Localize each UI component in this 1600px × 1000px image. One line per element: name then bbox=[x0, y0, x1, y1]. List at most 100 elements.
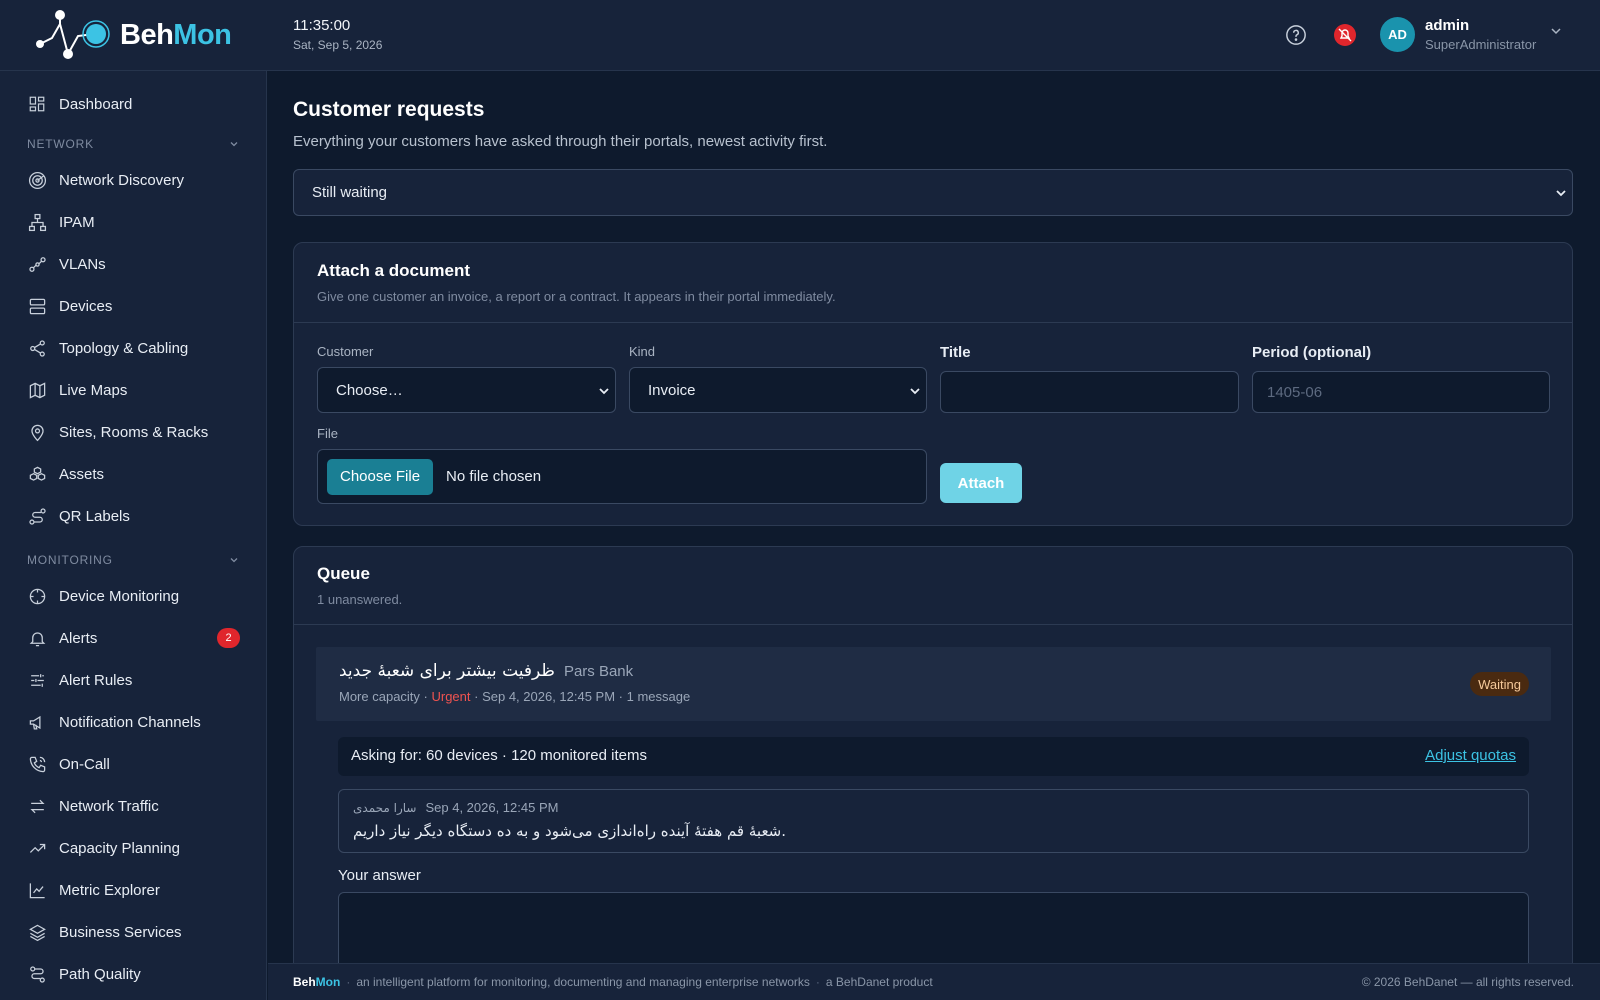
request-title: ظرفیت بیشتر برای شعبهٔ جدید bbox=[339, 661, 555, 681]
user-menu[interactable]: AD admin SuperAdministrator bbox=[1380, 17, 1562, 52]
share-nodes-icon bbox=[27, 254, 47, 274]
status-badge: Waiting bbox=[1470, 672, 1529, 696]
page-title: Customer requests bbox=[293, 98, 485, 121]
footer-product: a BehDanet product bbox=[825, 975, 933, 989]
chevron-down-icon bbox=[599, 388, 609, 395]
help-circle-icon bbox=[1286, 25, 1306, 45]
chevron-down-icon bbox=[910, 388, 920, 395]
map-icon bbox=[27, 380, 47, 400]
chevron-down-icon bbox=[1556, 190, 1566, 197]
adjust-quotas-link[interactable]: Adjust quotas bbox=[1425, 747, 1516, 764]
status-filter-select[interactable]: Still waiting bbox=[293, 169, 1573, 216]
section-monitoring[interactable]: MONITORING bbox=[27, 553, 239, 567]
layers-icon bbox=[27, 922, 47, 942]
file-status: No file chosen bbox=[446, 468, 542, 485]
alerts-count-badge: 2 bbox=[217, 628, 240, 648]
bell-icon bbox=[27, 628, 47, 648]
sidebar-item-network-traffic[interactable]: Network Traffic bbox=[27, 794, 159, 818]
chevron-down-icon bbox=[230, 558, 238, 563]
notifications-button[interactable] bbox=[1332, 22, 1358, 48]
sidebar-item-network-discovery[interactable]: Network Discovery bbox=[27, 168, 184, 192]
brand-logo[interactable]: BehMon bbox=[34, 10, 232, 60]
share-icon bbox=[27, 338, 47, 358]
message-time: Sep 4, 2026, 12:45 PM bbox=[425, 800, 559, 815]
crosshair-icon bbox=[27, 586, 47, 606]
period-input[interactable]: 1405-06 bbox=[1252, 371, 1550, 413]
sidebar-item-path-quality[interactable]: Path Quality bbox=[27, 962, 141, 986]
path-icon bbox=[27, 964, 47, 984]
avatar: AD bbox=[1380, 17, 1415, 52]
boxes-icon bbox=[27, 464, 47, 484]
answer-label: Your answer bbox=[338, 867, 421, 884]
priority-label: Urgent bbox=[431, 689, 471, 704]
attach-button[interactable]: Attach bbox=[940, 463, 1022, 503]
sidebar-item-devices[interactable]: Devices bbox=[27, 294, 112, 318]
sidebar-item-capacity-planning[interactable]: Capacity Planning bbox=[27, 836, 180, 860]
sidebar-item-metric-explorer[interactable]: Metric Explorer bbox=[27, 878, 160, 902]
clock: 11:35:00 Sat, Sep 5, 2026 bbox=[293, 17, 382, 52]
logo-mark-icon bbox=[36, 10, 110, 59]
sidebar-item-device-monitoring[interactable]: Device Monitoring bbox=[27, 584, 179, 608]
answer-textarea[interactable] bbox=[338, 892, 1529, 963]
map-pin-icon bbox=[27, 422, 47, 442]
sidebar-item-dashboard[interactable]: Dashboard bbox=[27, 92, 132, 116]
customer-message: سارا محمدی Sep 4, 2026, 12:45 PM شعبهٔ ق… bbox=[338, 789, 1529, 853]
sidebar-item-ipam[interactable]: IPAM bbox=[27, 210, 95, 234]
megaphone-icon bbox=[27, 712, 47, 732]
help-button[interactable] bbox=[1283, 22, 1309, 48]
footer-copyright: © 2026 BehDanet — all rights reserved. bbox=[1361, 975, 1574, 989]
route-icon bbox=[27, 506, 47, 526]
attach-document-card: Attach a document Give one customer an i… bbox=[293, 242, 1573, 526]
title-input[interactable] bbox=[940, 371, 1239, 413]
sidebar-item-on-call[interactable]: On-Call bbox=[27, 752, 110, 776]
user-name: admin bbox=[1425, 17, 1470, 34]
sitemap-icon bbox=[27, 212, 47, 232]
phone-icon bbox=[27, 754, 47, 774]
section-network[interactable]: NETWORK bbox=[27, 137, 239, 151]
queue-card: Queue 1 unanswered. ظرفیت بیشتر برای شعب… bbox=[293, 546, 1573, 963]
bell-off-icon bbox=[1334, 24, 1356, 46]
chevron-down-icon bbox=[230, 142, 238, 147]
server-icon bbox=[27, 296, 47, 316]
attach-title: Attach a document bbox=[317, 261, 471, 280]
sliders-icon bbox=[27, 670, 47, 690]
kind-label: Kind bbox=[629, 344, 656, 359]
grid-icon bbox=[27, 94, 47, 114]
footer-brand: BehMon bbox=[293, 975, 341, 989]
period-label: Period (optional) bbox=[1252, 344, 1372, 361]
queue-title: Queue bbox=[317, 564, 370, 583]
chevron-down-icon bbox=[1551, 27, 1561, 34]
request-header[interactable]: ظرفیت بیشتر برای شعبهٔ جدید Pars Bank Mo… bbox=[316, 647, 1551, 721]
customer-select[interactable]: Choose… bbox=[317, 367, 616, 413]
sidebar-item-qr-labels[interactable]: QR Labels bbox=[27, 504, 130, 528]
kind-select[interactable]: Invoice bbox=[629, 367, 927, 413]
sidebar-item-sites[interactable]: Sites, Rooms & Racks bbox=[27, 420, 208, 444]
choose-file-button[interactable]: Choose File bbox=[327, 458, 434, 495]
radar-icon bbox=[27, 170, 47, 190]
sidebar-item-vlans[interactable]: VLANs bbox=[27, 252, 106, 276]
message-body: شعبهٔ قم هفتهٔ آینده راه‌اندازی می‌شود و… bbox=[353, 822, 787, 840]
request-customer: Pars Bank bbox=[563, 663, 634, 680]
sidebar-item-topology[interactable]: Topology & Cabling bbox=[27, 336, 188, 360]
sidebar-item-alert-rules[interactable]: Alert Rules bbox=[27, 668, 132, 692]
message-author: سارا محمدی bbox=[353, 801, 417, 815]
arrows-exchange-icon bbox=[27, 796, 47, 816]
sidebar-item-notification-channels[interactable]: Notification Channels bbox=[27, 710, 201, 734]
asking-summary: Asking for: 60 devices · 120 monitored i… bbox=[338, 737, 1529, 776]
file-input[interactable]: Choose File No file chosen bbox=[317, 449, 927, 504]
attach-subtitle: Give one customer an invoice, a report o… bbox=[317, 289, 836, 304]
sidebar-item-alerts[interactable]: Alerts bbox=[27, 626, 97, 650]
main-content: Customer requests Everything your custom… bbox=[268, 71, 1600, 963]
queue-subtitle: 1 unanswered. bbox=[317, 592, 403, 607]
customer-label: Customer bbox=[317, 344, 374, 359]
page-subtitle: Everything your customers have asked thr… bbox=[293, 133, 828, 150]
clock-date: Sat, Sep 5, 2026 bbox=[293, 38, 383, 52]
trending-up-icon bbox=[27, 838, 47, 858]
request-meta: More capacity · Urgent · Sep 4, 2026, 12… bbox=[339, 689, 691, 704]
footer: BehMon · an intelligent platform for mon… bbox=[268, 963, 1600, 1000]
footer-tagline: an intelligent platform for monitoring, … bbox=[356, 975, 810, 989]
line-chart-icon bbox=[27, 880, 47, 900]
sidebar-item-business-services[interactable]: Business Services bbox=[27, 920, 182, 944]
sidebar-item-assets[interactable]: Assets bbox=[27, 462, 104, 486]
sidebar-item-live-maps[interactable]: Live Maps bbox=[27, 378, 127, 402]
